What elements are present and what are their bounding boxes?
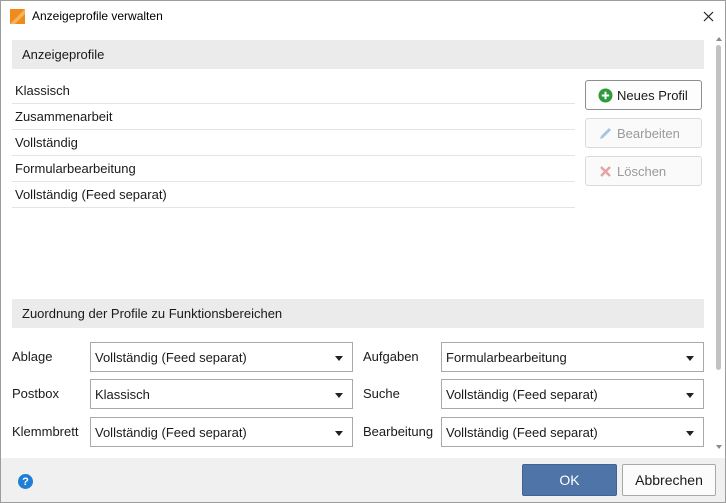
x-icon [600,166,611,177]
profile-list-item[interactable]: Zusammenarbeit [12,104,575,130]
new-profile-label: Neues Profil [617,88,688,103]
ok-button[interactable]: OK [522,464,617,496]
postbox-value: Klassisch [95,387,150,402]
chevron-down-icon [335,431,343,436]
postbox-select[interactable]: Klassisch [90,379,353,409]
ablage-label: Ablage [12,349,53,364]
chevron-down-icon [335,356,343,361]
bearbeitung-value: Vollständig (Feed separat) [446,425,598,440]
klemmbrett-label: Klemmbrett [12,424,79,439]
app-icon [10,9,25,24]
window-title: Anzeigeprofile verwalten [32,9,163,23]
aufgaben-label: Aufgaben [363,349,419,364]
ablage-value: Vollständig (Feed separat) [95,350,247,365]
pencil-icon [600,128,611,139]
profile-list-item[interactable]: Vollständig [12,130,575,156]
profile-list-item[interactable]: Klassisch [12,78,575,104]
new-profile-button[interactable]: Neues Profil [585,80,702,110]
chevron-down-icon [686,431,694,436]
assignment-section-title: Zuordnung der Profile zu Funktionsbereic… [22,306,283,321]
profile-label: Zusammenarbeit [15,109,113,124]
cancel-button[interactable]: Abbrechen [622,464,716,496]
scroll-down-arrow-icon[interactable] [716,445,722,449]
aufgaben-value: Formularbearbeitung [446,350,567,365]
profile-list-item[interactable]: Formularbearbeitung [12,156,575,182]
help-icon[interactable]: ? [18,474,33,489]
dialog-window: Anzeigeprofile verwalten Anzeigeprofile … [0,0,726,503]
profile-label: Vollständig [15,135,78,150]
plus-circle-icon [598,88,613,103]
close-button[interactable] [691,1,725,32]
assignment-section-header: Zuordnung der Profile zu Funktionsbereic… [12,299,704,328]
klemmbrett-select[interactable]: Vollständig (Feed separat) [90,417,353,447]
edit-profile-button[interactable]: Bearbeiten [585,118,702,148]
profile-list-item[interactable]: Vollständig (Feed separat) [12,182,575,208]
profile-label: Formularbearbeitung [15,161,136,176]
close-icon [703,11,713,22]
profiles-section-title: Anzeigeprofile [22,47,105,62]
chevron-down-icon [686,393,694,398]
title-bar: Anzeigeprofile verwalten [1,1,725,32]
edit-profile-label: Bearbeiten [617,126,680,141]
suche-value: Vollständig (Feed separat) [446,387,598,402]
suche-label: Suche [363,386,400,401]
postbox-label: Postbox [12,386,59,401]
ablage-select[interactable]: Vollständig (Feed separat) [90,342,353,372]
scroll-up-arrow-icon[interactable] [716,37,722,41]
chevron-down-icon [335,393,343,398]
bearbeitung-label: Bearbeitung [363,424,434,439]
profile-label: Vollständig (Feed separat) [15,187,167,202]
klemmbrett-value: Vollständig (Feed separat) [95,425,247,440]
profiles-section-header: Anzeigeprofile [12,40,704,69]
vertical-scrollbar[interactable] [714,32,725,458]
dialog-footer: ? OK Abbrechen [1,458,725,502]
profile-list: Klassisch Zusammenarbeit Vollständig For… [12,78,575,208]
scroll-thumb[interactable] [716,45,721,370]
delete-profile-button[interactable]: Löschen [585,156,702,186]
bearbeitung-select[interactable]: Vollständig (Feed separat) [441,417,704,447]
suche-select[interactable]: Vollständig (Feed separat) [441,379,704,409]
chevron-down-icon [686,356,694,361]
delete-profile-label: Löschen [617,164,667,179]
dialog-content: Anzeigeprofile Klassisch Zusammenarbeit … [1,32,725,458]
aufgaben-select[interactable]: Formularbearbeitung [441,342,704,372]
profile-label: Klassisch [15,83,70,98]
